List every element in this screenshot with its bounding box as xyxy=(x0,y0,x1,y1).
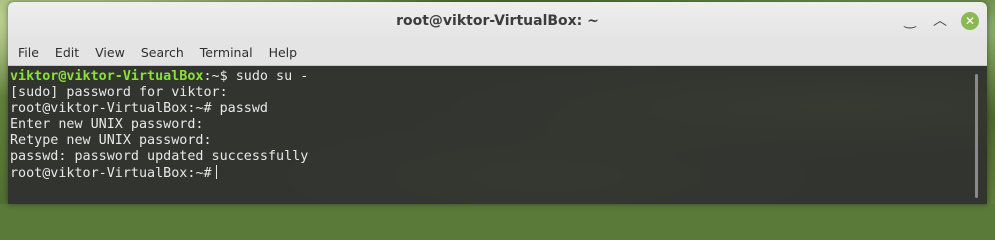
maximize-icon[interactable]: ︿ xyxy=(931,12,949,30)
menu-help[interactable]: Help xyxy=(261,45,306,60)
terminal-line: [sudo] password for viktor: xyxy=(10,85,228,100)
menu-bar: File Edit View Search Terminal Help xyxy=(8,40,987,66)
title-bar[interactable]: root@viktor-VirtualBox: ~ ‿ ︿ ✕ xyxy=(8,2,987,40)
terminal-line: Enter new UNIX password: xyxy=(10,117,204,132)
menu-edit[interactable]: Edit xyxy=(47,45,87,60)
terminal-window: root@viktor-VirtualBox: ~ ‿ ︿ ✕ File Edi… xyxy=(8,2,987,204)
terminal-line: passwd: password updated successfully xyxy=(10,149,309,164)
window-controls: ‿ ︿ ✕ xyxy=(901,12,979,30)
terminal-line: viktor@viktor-VirtualBox:~$ sudo su - xyxy=(10,69,987,85)
close-icon[interactable]: ✕ xyxy=(961,12,979,30)
terminal-line: Retype new UNIX password: xyxy=(10,133,212,148)
terminal-line: root@viktor-VirtualBox:~# xyxy=(10,165,987,181)
menu-search[interactable]: Search xyxy=(133,45,192,60)
minimize-icon[interactable]: ‿ xyxy=(901,12,919,30)
user-prompt: viktor@viktor-VirtualBox xyxy=(10,69,204,84)
command-text: :~$ sudo su - xyxy=(203,69,309,84)
terminal-line: root@viktor-VirtualBox:~# passwd xyxy=(10,101,268,116)
terminal-output[interactable]: viktor@viktor-VirtualBox:~$ sudo su - [s… xyxy=(8,66,987,204)
scrollbar[interactable] xyxy=(975,74,978,198)
text-cursor xyxy=(215,165,217,179)
menu-terminal[interactable]: Terminal xyxy=(192,45,261,60)
menu-view[interactable]: View xyxy=(87,45,133,60)
menu-file[interactable]: File xyxy=(10,45,47,60)
root-prompt: root@viktor-VirtualBox:~# xyxy=(10,166,212,181)
window-title: root@viktor-VirtualBox: ~ xyxy=(396,13,599,29)
